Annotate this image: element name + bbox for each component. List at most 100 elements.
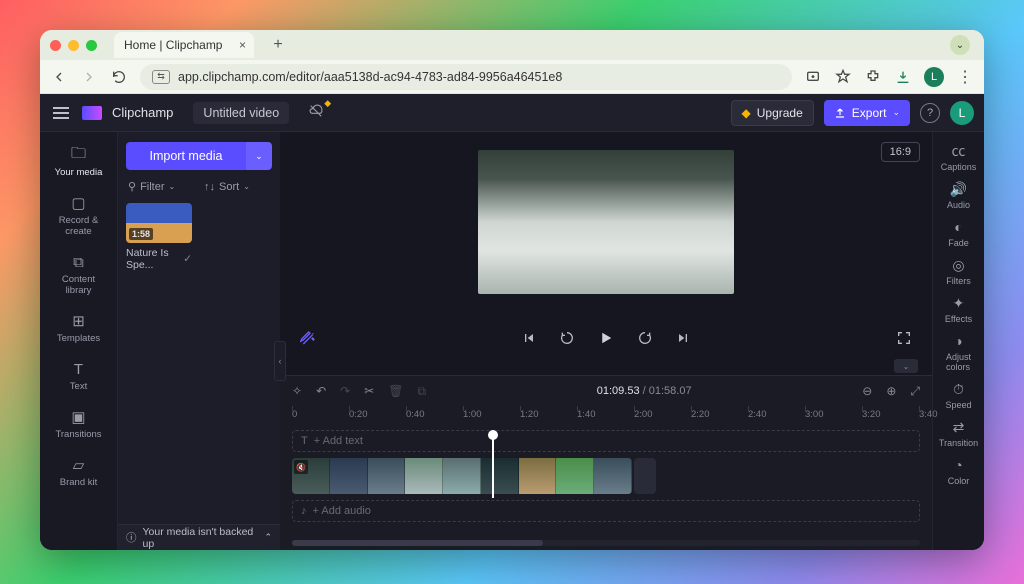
split-button[interactable]: ✂ bbox=[364, 384, 374, 398]
text-icon: T bbox=[74, 360, 83, 378]
skip-start-button[interactable] bbox=[521, 330, 537, 349]
back-button[interactable] bbox=[50, 68, 68, 86]
rrail-color[interactable]: ◔Color bbox=[936, 456, 982, 486]
sync-status-icon[interactable]: ◆ bbox=[307, 104, 325, 121]
browser-tab[interactable]: Home | Clipchamp × bbox=[114, 32, 254, 58]
import-media-button[interactable]: Import media ⌄ bbox=[126, 142, 272, 170]
video-clip[interactable]: 🔇 bbox=[292, 458, 632, 494]
text-icon: T bbox=[301, 435, 308, 447]
captions-icon: ㏄ bbox=[952, 142, 966, 160]
window-min-dot[interactable] bbox=[68, 40, 79, 51]
fullscreen-button[interactable] bbox=[896, 330, 912, 349]
media-clip[interactable]: 1:58 Nature Is Spe...✓ bbox=[126, 203, 192, 271]
video-preview[interactable] bbox=[478, 150, 734, 294]
export-button[interactable]: Export ⌄ bbox=[824, 100, 910, 126]
window-max-dot[interactable] bbox=[86, 40, 97, 51]
playhead[interactable] bbox=[492, 436, 494, 498]
text-track[interactable]: T + Add text bbox=[292, 430, 920, 452]
rail-content-library[interactable]: ⧉Content library bbox=[44, 247, 114, 302]
extensions-icon[interactable] bbox=[864, 68, 882, 86]
ruler-tick: 1:00 bbox=[463, 409, 482, 420]
video-title-input[interactable]: Untitled video bbox=[193, 102, 289, 124]
profile-avatar[interactable]: L bbox=[924, 67, 944, 87]
rail-brand-kit[interactable]: ▱Brand kit bbox=[44, 450, 114, 494]
media-icon: 🗀 bbox=[71, 146, 86, 164]
user-avatar[interactable]: L bbox=[950, 101, 974, 125]
sort-button[interactable]: ↑↓Sort⌄ bbox=[204, 180, 270, 193]
rrail-transition[interactable]: ⇄Transition bbox=[936, 418, 982, 448]
ruler-tick: 2:20 bbox=[691, 409, 710, 420]
speed-icon: ⏱ bbox=[953, 380, 964, 398]
install-app-icon[interactable] bbox=[804, 68, 822, 86]
menu-button[interactable] bbox=[50, 107, 72, 119]
forward-button[interactable] bbox=[637, 330, 653, 349]
reload-button[interactable] bbox=[110, 68, 128, 86]
site-info-icon[interactable]: ⇆ bbox=[152, 70, 170, 84]
rail-record[interactable]: ▢Record & create bbox=[44, 188, 114, 243]
downloads-icon[interactable] bbox=[894, 68, 912, 86]
magic-select-icon[interactable]: ✧ bbox=[292, 384, 302, 398]
new-tab-button[interactable]: + bbox=[267, 34, 289, 56]
rewind-button[interactable] bbox=[559, 330, 575, 349]
timeline-scrollbar[interactable] bbox=[292, 540, 920, 546]
tracks: T + Add text bbox=[280, 426, 932, 538]
filter-button[interactable]: ⚲Filter⌄ bbox=[128, 180, 194, 193]
address-bar: ⇆ app.clipchamp.com/editor/aaa5138d-ac94… bbox=[40, 60, 984, 94]
time-ruler[interactable]: 00:200:401:001:201:402:002:202:403:003:2… bbox=[280, 406, 932, 426]
window-close-dot[interactable] bbox=[50, 40, 61, 51]
empty-clip[interactable] bbox=[634, 458, 656, 494]
video-track[interactable]: 🔇 bbox=[292, 458, 920, 494]
skip-end-button[interactable] bbox=[675, 330, 691, 349]
collapse-timeline-button[interactable]: ⌄ bbox=[894, 359, 918, 373]
mute-icon[interactable]: 🔇 bbox=[294, 460, 308, 474]
diamond-icon: ◆ bbox=[742, 106, 751, 120]
media-panel: Import media ⌄ ⚲Filter⌄ ↑↓Sort⌄ 1:58 Nat… bbox=[118, 132, 280, 550]
browser-window: Home | Clipchamp × + ⌄ ⇆ app.clipchamp.c… bbox=[40, 30, 984, 550]
import-dropdown[interactable]: ⌄ bbox=[246, 142, 272, 170]
clip-name: Nature Is Spe... bbox=[126, 247, 183, 271]
rrail-adjust-colors[interactable]: ◑Adjust colors bbox=[936, 332, 982, 372]
redo-button[interactable]: ↷ bbox=[340, 384, 350, 398]
clipchamp-app: Clipchamp Untitled video ◆ ◆ Upgrade Exp… bbox=[40, 94, 984, 550]
ai-button[interactable] bbox=[300, 330, 316, 349]
effects-icon: ✦ bbox=[953, 294, 965, 312]
bookmark-icon[interactable] bbox=[834, 68, 852, 86]
play-button[interactable] bbox=[597, 329, 615, 350]
rail-text[interactable]: TText bbox=[44, 354, 114, 398]
ruler-tick: 3:00 bbox=[805, 409, 824, 420]
rrail-audio[interactable]: 🔊Audio bbox=[936, 180, 982, 210]
browser-menu-icon[interactable]: ⋮ bbox=[956, 68, 974, 86]
app-toolbar: Clipchamp Untitled video ◆ ◆ Upgrade Exp… bbox=[40, 94, 984, 132]
ruler-tick: 0 bbox=[292, 409, 297, 420]
zoom-in-button[interactable]: ⊕ bbox=[886, 384, 896, 398]
rrail-speed[interactable]: ⏱Speed bbox=[936, 380, 982, 410]
duplicate-button[interactable]: ⧉ bbox=[417, 384, 426, 399]
tab-close-icon[interactable]: × bbox=[239, 38, 246, 52]
rail-your-media[interactable]: 🗀Your media bbox=[44, 140, 114, 184]
camera-icon: ▢ bbox=[71, 194, 85, 212]
browser-dropdown-icon[interactable]: ⌄ bbox=[950, 35, 970, 55]
tab-title: Home | Clipchamp bbox=[124, 38, 222, 52]
zoom-fit-button[interactable]: ⤢ bbox=[910, 384, 920, 399]
help-button[interactable]: ? bbox=[920, 103, 940, 123]
rrail-captions[interactable]: ㏄Captions bbox=[936, 142, 982, 172]
delete-button[interactable]: 🗑 bbox=[388, 384, 403, 398]
info-icon: ⓘ bbox=[126, 530, 137, 545]
rail-templates[interactable]: ⊞Templates bbox=[44, 306, 114, 350]
url-input[interactable]: ⇆ app.clipchamp.com/editor/aaa5138d-ac94… bbox=[140, 64, 792, 90]
rrail-effects[interactable]: ✦Effects bbox=[936, 294, 982, 324]
rail-transitions[interactable]: ▣Transitions bbox=[44, 402, 114, 446]
upgrade-button[interactable]: ◆ Upgrade bbox=[731, 100, 814, 126]
undo-button[interactable]: ↶ bbox=[316, 384, 326, 398]
filters-icon: ◎ bbox=[952, 256, 964, 274]
ruler-tick: 3:40 bbox=[919, 409, 938, 420]
ruler-tick: 2:40 bbox=[748, 409, 767, 420]
zoom-out-button[interactable]: ⊖ bbox=[862, 384, 872, 398]
rrail-filters[interactable]: ◎Filters bbox=[936, 256, 982, 286]
forward-button[interactable] bbox=[80, 68, 98, 86]
backup-notice[interactable]: ⓘ Your media isn't backed up ⌃ bbox=[118, 524, 280, 550]
audio-track[interactable]: ♪ + Add audio bbox=[292, 500, 920, 522]
rrail-fade[interactable]: ◐Fade bbox=[936, 218, 982, 248]
filter-icon: ⚲ bbox=[128, 180, 136, 193]
aspect-ratio-button[interactable]: 16:9 bbox=[881, 142, 920, 162]
